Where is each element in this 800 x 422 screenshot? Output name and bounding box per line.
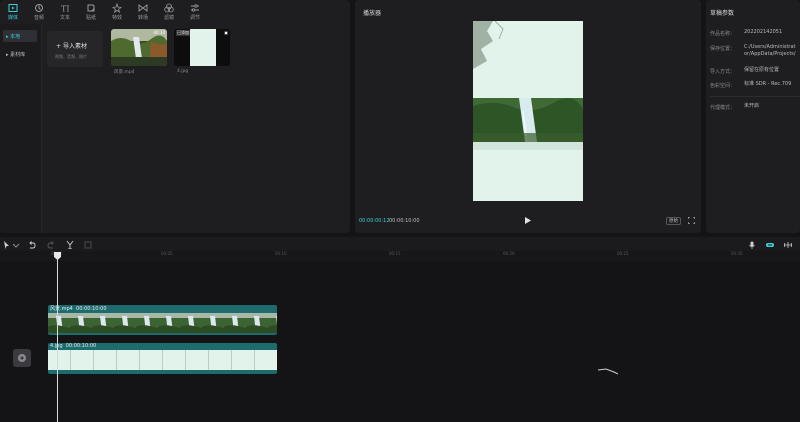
tool-effects[interactable]: 特效 — [104, 0, 130, 24]
param-value: C:/Users/Administrator/AppData/Projects/… — [744, 44, 796, 57]
image-filmstrip — [48, 350, 277, 370]
param-label: 导入方式： — [710, 69, 736, 75]
text-icon: TI — [61, 5, 70, 14]
microphone-icon[interactable] — [748, 241, 756, 249]
cover-icon — [18, 354, 26, 362]
ruler-tick: 00:05 — [161, 251, 173, 256]
timeline-toolbar — [0, 237, 800, 251]
media-panel: 媒体 音频 TI 文本 贴纸 特效 转场 滤镜 调节 ▸ 本地 ▸ 素材库 + … — [0, 0, 350, 233]
audio-icon — [35, 4, 43, 12]
transition-icon — [138, 4, 148, 12]
image-track-clip[interactable]: 4.jpg 00:00:10:00 — [48, 343, 277, 374]
player-panel: 播放器 00:00:00:12 00:00:10:00 原始 — [355, 0, 701, 233]
tool-label: 音频 — [33, 15, 44, 21]
props-title: 草稿参数 — [710, 10, 735, 17]
player-title: 播放器 — [363, 10, 382, 17]
adjust-icon — [191, 4, 199, 12]
waterfall-filmstrip — [48, 313, 277, 333]
import-hint: 视频、音频、图片 — [55, 54, 87, 59]
param-label: 作品名称： — [710, 31, 736, 37]
tool-label: 贴纸 — [85, 15, 96, 21]
playhead-handle-icon[interactable] — [54, 252, 61, 260]
play-icon[interactable] — [525, 217, 531, 224]
media-clip-landscape[interactable]: 00:10 — [111, 29, 167, 66]
sidebar-item-library[interactable]: ▸ 素材库 — [3, 48, 37, 60]
tool-label: 调节 — [189, 15, 200, 21]
tool-label: 滤镜 — [163, 15, 174, 21]
ruler-tick: 00:25 — [617, 251, 629, 256]
tool-transition[interactable]: 转场 — [130, 0, 156, 24]
track-clip-name: 风景.mp4 — [50, 306, 73, 312]
tool-label: 特效 — [111, 15, 122, 21]
param-label: 保存位置： — [710, 46, 736, 52]
clip-name: 风景.mp4 — [114, 70, 135, 75]
video-track-clip[interactable]: 风景.mp4 00:00:10:00 — [48, 305, 277, 335]
ruler-tick: 00:15 — [389, 251, 401, 256]
tool-media[interactable]: 媒体 — [0, 0, 26, 24]
redo-icon[interactable] — [47, 241, 55, 249]
plus-icon: + — [56, 43, 63, 50]
filter-icon — [164, 3, 174, 13]
tool-label: 转场 — [137, 15, 148, 21]
tool-adjust[interactable]: 调节 — [182, 0, 208, 24]
param-value: 保留在原有位置 — [744, 67, 780, 73]
split-icon[interactable] — [66, 241, 74, 249]
media-sidebar: ▸ 本地 ▸ 素材库 — [0, 24, 42, 233]
added-badge: 已添加 — [176, 30, 190, 36]
media-icon — [8, 4, 18, 12]
sticker-icon — [87, 4, 95, 12]
fullscreen-icon[interactable] — [688, 217, 695, 224]
delete-icon[interactable] — [84, 241, 92, 249]
param-value: 202202142051 — [744, 29, 783, 35]
tool-sticker[interactable]: 贴纸 — [78, 0, 104, 24]
draft-params-panel: 草稿参数 作品名称： 202202142051 保存位置： C:/Users/A… — [706, 0, 800, 233]
media-clip-image[interactable]: 已添加 ▣ — [174, 29, 230, 66]
clip-duration: 00:10 — [153, 30, 165, 35]
zoom-icon[interactable] — [784, 241, 792, 249]
sidebar-item-local[interactable]: ▸ 本地 — [3, 30, 37, 42]
tool-filter[interactable]: 滤镜 — [156, 0, 182, 24]
import-label: 导入素材 — [62, 43, 87, 50]
param-value: 未开启 — [744, 103, 760, 109]
clip-menu-icon[interactable]: ▣ — [224, 30, 228, 35]
track-clip-duration: 00:00:10:00 — [76, 306, 107, 312]
ruler-tick: 00:10 — [275, 251, 287, 256]
preview-canvas[interactable] — [473, 21, 583, 201]
param-label: 代理模式： — [710, 105, 736, 111]
import-media-button[interactable]: + 导入素材 视频、音频、图片 — [47, 31, 103, 67]
tool-label: 媒体 — [7, 15, 18, 21]
effects-icon — [112, 3, 122, 13]
cover-button[interactable] — [13, 349, 31, 367]
linkage-icon[interactable] — [766, 241, 774, 249]
ratio-button[interactable]: 原始 — [666, 217, 681, 225]
param-label: 色彩空间： — [710, 83, 736, 89]
svg-text:TI: TI — [61, 5, 70, 14]
playhead[interactable] — [57, 254, 58, 422]
total-time: 00:00:10:00 — [389, 218, 420, 224]
tool-label: 文本 — [59, 15, 70, 21]
select-cursor-icon[interactable] — [3, 241, 11, 249]
ruler-tick: 00:30 — [731, 251, 743, 256]
clip-name: 4.jpg — [177, 69, 189, 74]
undo-icon[interactable] — [28, 241, 36, 249]
divider — [710, 96, 800, 97]
track-clip-duration: 00:00:10:00 — [65, 343, 97, 349]
tool-audio[interactable]: 音频 — [26, 0, 52, 24]
chevron-down-icon[interactable] — [12, 241, 20, 249]
param-value: 标准 SDR - Rec.709 — [744, 81, 792, 87]
current-time: 00:00:00:12 — [359, 218, 390, 224]
image-thumbnail — [190, 29, 216, 66]
preview-frame — [473, 21, 583, 201]
ruler-tick: 00:20 — [503, 251, 515, 256]
top-toolbar: 媒体 音频 TI 文本 贴纸 特效 转场 滤镜 调节 — [0, 0, 350, 24]
tool-text[interactable]: TI 文本 — [52, 0, 78, 24]
mouse-pointer-icon — [598, 368, 618, 375]
